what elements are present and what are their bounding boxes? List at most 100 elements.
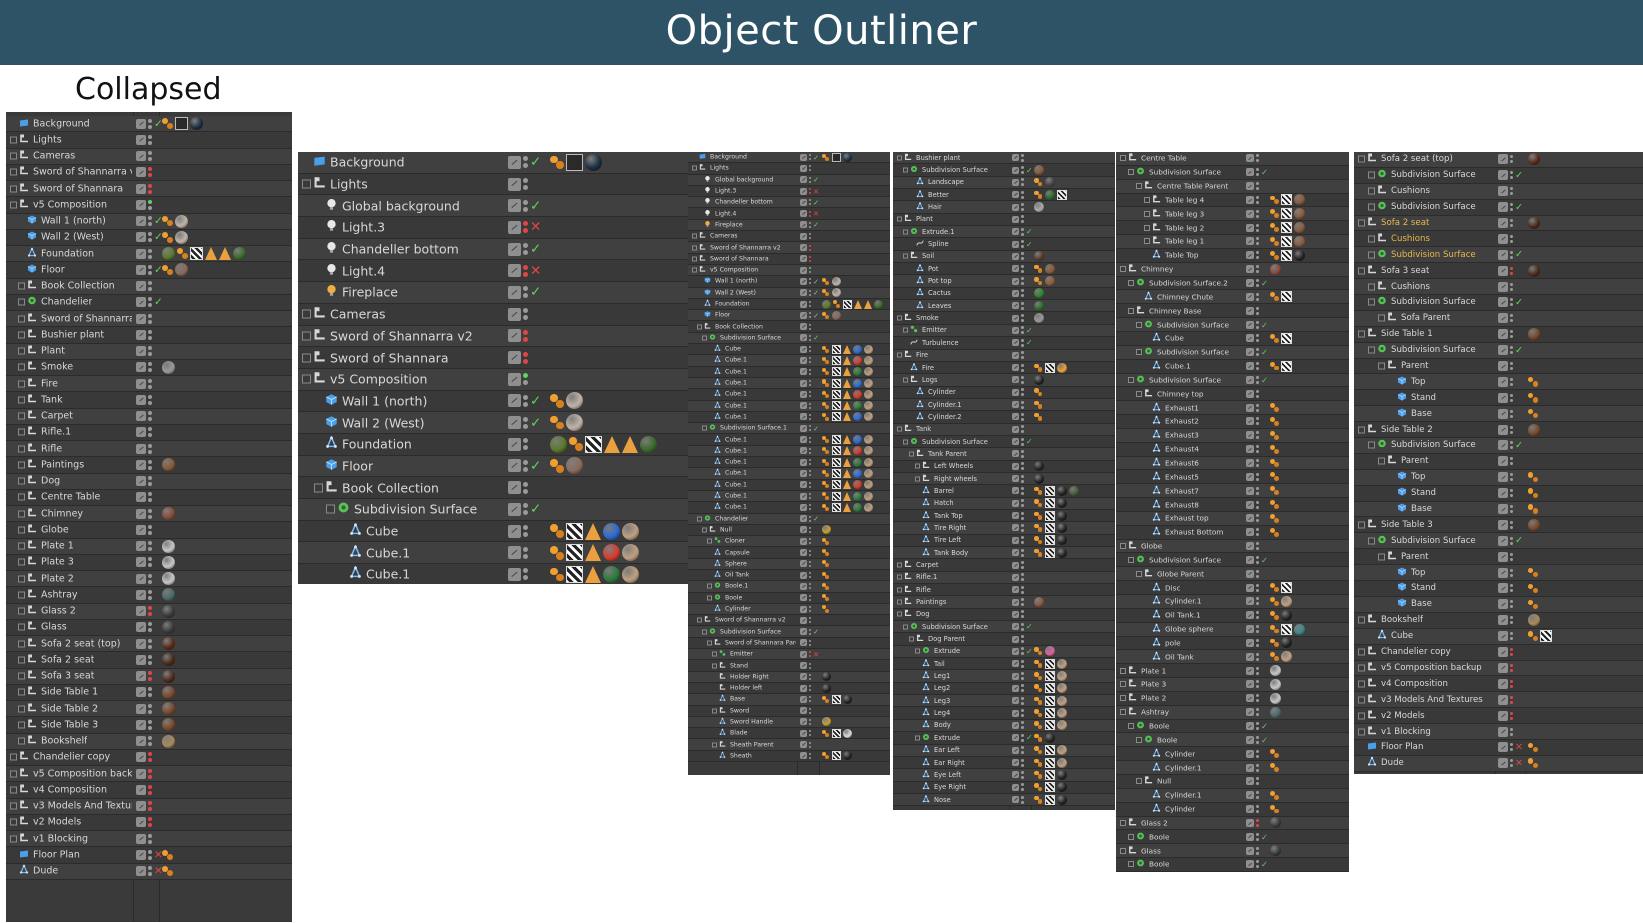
visibility-dots-icon[interactable] [1510, 679, 1513, 689]
visibility-dots-icon[interactable] [1256, 804, 1259, 814]
expand-toggle-icon[interactable] [1378, 457, 1385, 465]
visibility-dots-icon[interactable] [148, 654, 152, 666]
outliner-row[interactable]: Subdivision Surface ✓ [1116, 345, 1349, 360]
visibility-dots-icon[interactable] [1256, 306, 1259, 316]
outliner-row[interactable]: Exhaust6 [1116, 456, 1349, 471]
expand-toggle-icon[interactable] [909, 636, 914, 642]
object-name-label[interactable]: Cylinder.1 [928, 401, 961, 409]
enabled-check-icon[interactable]: ✓ [1515, 440, 1523, 451]
layer-edit-icon[interactable] [800, 210, 807, 218]
object-name-label[interactable]: Cushions [1391, 234, 1430, 244]
object-name-label[interactable]: Floor [715, 312, 730, 319]
object-name-label[interactable]: Tail [934, 660, 945, 668]
object-name-label[interactable]: Background [330, 155, 405, 170]
visibility-dots-icon[interactable] [148, 345, 152, 357]
visibility-dots-icon[interactable] [1021, 535, 1024, 545]
visibility-dots-icon[interactable] [809, 356, 811, 364]
expand-toggle-icon[interactable] [1358, 219, 1365, 227]
expand-toggle-icon[interactable] [18, 558, 25, 566]
enabled-check-icon[interactable]: ✓ [1026, 647, 1032, 656]
outliner-row[interactable]: Cloner [688, 536, 890, 548]
object-name-label[interactable]: Sword of Shannara [330, 350, 448, 365]
layer-edit-icon[interactable] [136, 232, 146, 243]
object-name-label[interactable]: Cactus [928, 289, 951, 297]
enabled-check-icon[interactable]: ✓ [1261, 735, 1268, 745]
visibility-dots-icon[interactable] [809, 413, 811, 421]
object-name-label[interactable]: Boole [1157, 735, 1177, 744]
outliner-row[interactable]: Rifle [893, 584, 1115, 597]
layer-edit-icon[interactable] [1498, 504, 1508, 515]
object-name-label[interactable]: Side Table 2 [41, 703, 98, 714]
expand-toggle-icon[interactable] [1358, 616, 1365, 624]
outliner-row[interactable]: Sword of Shannarra v2 [298, 325, 690, 348]
visibility-dots-icon[interactable] [148, 865, 152, 877]
enabled-check-icon[interactable]: ✓ [813, 333, 819, 342]
outliner-row[interactable]: Side Table 3 [1354, 517, 1643, 534]
layer-edit-icon[interactable] [1498, 376, 1508, 387]
outliner-row[interactable]: Lights [688, 163, 890, 175]
object-name-label[interactable]: Cylinder [1165, 805, 1195, 814]
layer-edit-icon[interactable] [1498, 361, 1508, 372]
outliner-row[interactable]: Floor ✓ [298, 455, 690, 478]
outliner-row[interactable]: Cylinder.1 [1116, 788, 1349, 803]
outliner-row[interactable]: Smoke [893, 312, 1115, 325]
outliner-row[interactable]: Leg2 [893, 682, 1115, 696]
layer-edit-icon[interactable] [1246, 583, 1254, 592]
outliner-row[interactable]: Emitter ✓ [893, 324, 1115, 338]
layer-edit-icon[interactable] [800, 198, 807, 206]
layer-edit-icon[interactable] [136, 281, 146, 292]
visibility-dots-icon[interactable] [809, 210, 811, 218]
visibility-dots-icon[interactable] [1256, 707, 1259, 717]
object-name-label[interactable]: Landscape [928, 178, 964, 186]
visibility-dots-icon[interactable] [809, 662, 811, 670]
object-name-label[interactable]: Hair [928, 203, 942, 211]
visibility-dots-icon[interactable] [1510, 456, 1513, 466]
object-name-label[interactable]: Blade [730, 730, 748, 737]
layer-edit-icon[interactable] [800, 424, 807, 432]
expand-toggle-icon[interactable] [1358, 728, 1365, 735]
outliner-row[interactable]: Sofa 3 seat [6, 668, 292, 685]
layer-edit-icon[interactable] [136, 264, 146, 275]
outliner-row[interactable]: Boole ✓ [1116, 719, 1349, 734]
layer-edit-icon[interactable] [1012, 252, 1019, 260]
outliner-row[interactable]: Subdivision Surface ✓ [1354, 533, 1643, 550]
outliner-row[interactable]: Tank [893, 423, 1115, 436]
visibility-dots-icon[interactable] [809, 582, 811, 590]
outliner-row[interactable]: Sword Handle [688, 716, 890, 729]
object-name-label[interactable]: Ear Left [934, 746, 960, 754]
layer-edit-icon[interactable] [136, 719, 146, 730]
visibility-dots-icon[interactable] [809, 311, 811, 319]
object-name-label[interactable]: Centre Table Parent [1157, 182, 1228, 191]
object-name-label[interactable]: Cube.1 [725, 402, 747, 409]
object-name-label[interactable]: Lights [33, 134, 62, 145]
outliner-row[interactable]: v3 Models And Textures [6, 798, 292, 815]
layer-edit-icon[interactable] [508, 437, 521, 451]
outliner-row[interactable]: Base [1354, 406, 1643, 423]
visibility-dots-icon[interactable] [1510, 758, 1513, 768]
layer-edit-icon[interactable] [1498, 281, 1508, 292]
enabled-check-icon[interactable]: ✓ [1026, 437, 1032, 446]
outliner-row[interactable]: Nose [893, 793, 1115, 807]
object-name-label[interactable]: Tank [916, 425, 931, 433]
outliner-row[interactable]: Cube.1 [688, 457, 890, 469]
visibility-dots-icon[interactable] [1510, 552, 1513, 562]
object-name-label[interactable]: Cameras [330, 307, 386, 322]
visibility-dots-icon[interactable] [148, 166, 152, 178]
object-name-label[interactable]: Subdivision Surface [1391, 536, 1476, 546]
enabled-check-icon[interactable]: ✓ [1026, 240, 1032, 249]
layer-edit-icon[interactable] [800, 221, 807, 229]
object-name-label[interactable]: Chandelier copy [33, 752, 110, 763]
layer-edit-icon[interactable] [800, 458, 807, 466]
expand-toggle-icon[interactable] [1358, 267, 1365, 275]
expand-toggle-icon[interactable] [707, 595, 712, 601]
object-name-label[interactable]: Foundation [41, 248, 94, 259]
visibility-dots-icon[interactable] [809, 153, 811, 161]
outliner-row[interactable]: Subdivision Surface ✓ [893, 621, 1115, 634]
expand-toggle-icon[interactable] [1128, 307, 1134, 314]
expand-toggle-icon[interactable] [1358, 680, 1365, 688]
expand-toggle-icon[interactable] [692, 245, 697, 251]
visibility-dots-icon[interactable] [809, 176, 811, 184]
layer-edit-icon[interactable] [1498, 392, 1508, 403]
outliner-row[interactable]: Subdivision Surface ✓ [893, 435, 1115, 449]
layer-edit-icon[interactable] [1246, 417, 1254, 426]
